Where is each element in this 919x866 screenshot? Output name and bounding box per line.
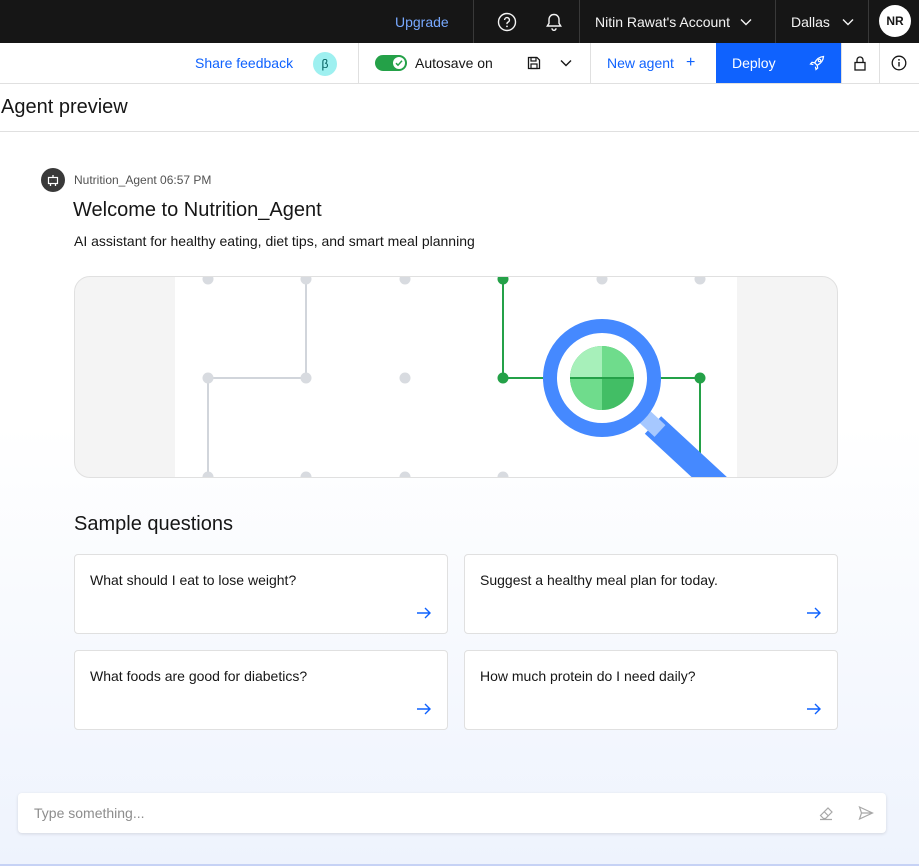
floppy-disk-icon[interactable] <box>526 43 542 83</box>
arrow-right-icon <box>417 607 431 619</box>
autosave-toggle[interactable] <box>375 55 407 71</box>
divider <box>579 0 580 43</box>
sample-question-text: What foods are good for diabetics? <box>90 668 308 684</box>
divider <box>775 0 776 43</box>
checkmark-icon <box>395 60 403 67</box>
plus-icon: + <box>685 54 696 71</box>
divider <box>879 43 880 83</box>
agent-toolbar: Share feedback β Autosave on New agent +… <box>0 43 919 84</box>
sample-question-card[interactable]: What should I eat to lose weight? <box>74 554 448 634</box>
sample-question-card[interactable]: What foods are good for diabetics? <box>74 650 448 730</box>
lock-icon[interactable] <box>852 43 868 83</box>
arrow-right-icon <box>807 703 821 715</box>
arrow-right-icon <box>807 607 821 619</box>
page-title: Agent preview <box>1 96 128 118</box>
send-icon[interactable] <box>858 805 874 821</box>
account-label: Nitin Rawat's Account <box>595 13 730 30</box>
welcome-heading: Welcome to Nutrition_Agent <box>73 199 322 221</box>
account-switcher[interactable]: Nitin Rawat's Account <box>595 0 752 43</box>
divider <box>358 43 359 83</box>
divider <box>590 43 591 83</box>
sample-questions-heading: Sample questions <box>74 513 233 535</box>
bell-icon[interactable] <box>544 0 564 43</box>
deploy-label: Deploy <box>732 55 776 71</box>
toggle-knob <box>393 57 405 69</box>
top-navigation-bar: Upgrade Nitin Rawat's Account Dallas NR <box>0 0 919 43</box>
user-avatar[interactable]: NR <box>879 5 911 37</box>
agent-description: AI assistant for healthy eating, diet ti… <box>74 233 475 249</box>
magnifier-network-illustration <box>202 277 727 477</box>
sample-question-card[interactable]: Suggest a healthy meal plan for today. <box>464 554 838 634</box>
chevron-down-icon <box>842 18 854 25</box>
welcome-illustration <box>74 276 838 478</box>
region-label: Dallas <box>791 13 830 30</box>
divider <box>473 0 474 43</box>
chevron-down-icon <box>740 18 752 25</box>
upgrade-link[interactable]: Upgrade <box>395 0 449 43</box>
deploy-button[interactable]: Deploy <box>716 43 841 83</box>
divider <box>868 0 869 43</box>
chat-input-bar <box>18 793 886 833</box>
share-feedback-link[interactable]: Share feedback <box>195 43 293 83</box>
sample-question-text: Suggest a healthy meal plan for today. <box>480 572 718 588</box>
message-meta: Nutrition_Agent 06:57 PM <box>74 173 212 187</box>
beta-badge: β <box>313 52 337 76</box>
region-switcher[interactable]: Dallas <box>791 0 854 43</box>
robot-icon <box>41 168 65 192</box>
sample-question-card[interactable]: How much protein do I need daily? <box>464 650 838 730</box>
new-agent-button[interactable]: New agent + <box>607 43 695 83</box>
autosave-label: Autosave on <box>415 55 493 71</box>
rocket-icon <box>809 55 825 71</box>
sample-question-text: How much protein do I need daily? <box>480 668 696 684</box>
arrow-right-icon <box>417 703 431 715</box>
sample-question-text: What should I eat to lose weight? <box>90 572 297 588</box>
chat-message-input[interactable] <box>18 793 808 833</box>
help-circle-icon[interactable] <box>497 0 517 43</box>
divider <box>841 43 842 83</box>
new-agent-label: New agent <box>607 55 674 71</box>
info-circle-icon[interactable] <box>890 43 908 83</box>
chevron-down-icon[interactable] <box>559 43 573 83</box>
eraser-icon[interactable] <box>818 805 834 821</box>
